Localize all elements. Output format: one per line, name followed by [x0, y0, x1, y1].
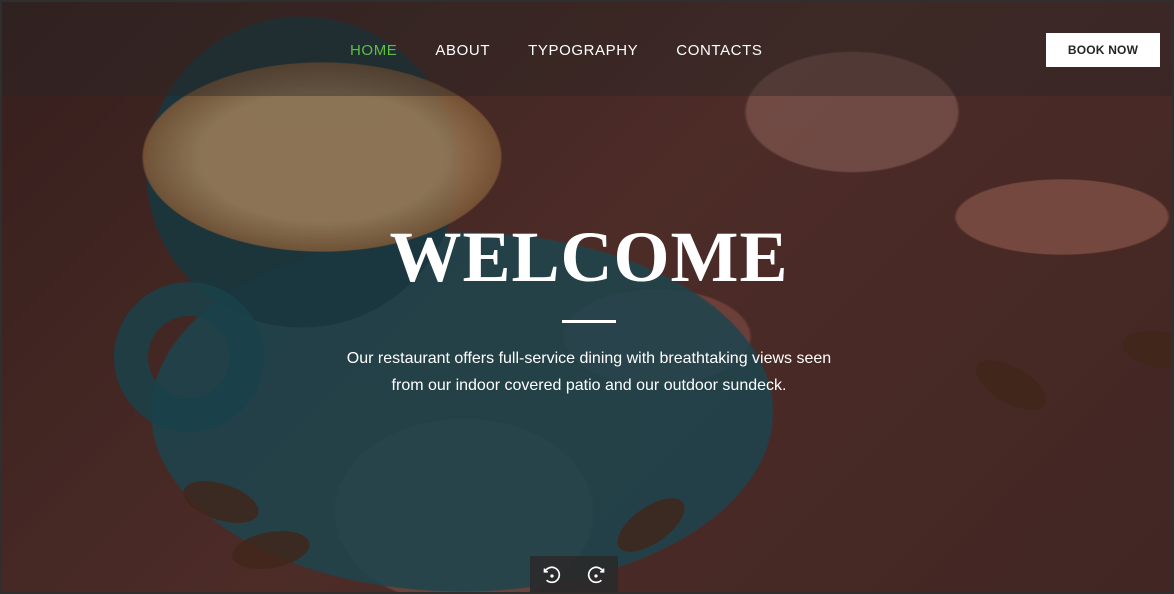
nav-item-about[interactable]: ABOUT — [435, 42, 490, 60]
nav-item-home[interactable]: HOME — [350, 42, 397, 60]
hero-divider — [562, 320, 616, 323]
media-control-bar — [530, 556, 618, 592]
book-now-button[interactable]: BOOK NOW — [1046, 33, 1160, 67]
nav-item-contacts[interactable]: CONTACTS — [676, 42, 762, 60]
rotate-right-icon[interactable] — [582, 562, 610, 590]
rotate-left-icon[interactable] — [538, 562, 566, 590]
nav-item-typography[interactable]: TYPOGRAPHY — [528, 42, 638, 60]
hero-description: Our restaurant offers full-service dinin… — [346, 350, 832, 394]
main-navigation: HOME ABOUT TYPOGRAPHY CONTACTS — [350, 42, 762, 60]
hero-page: HOME ABOUT TYPOGRAPHY CONTACTS BOOK NOW … — [0, 0, 1174, 594]
hero-title: WELCOME — [389, 217, 789, 297]
hero-content: WELCOME Our restaurant offers full-servi… — [2, 212, 1172, 399]
